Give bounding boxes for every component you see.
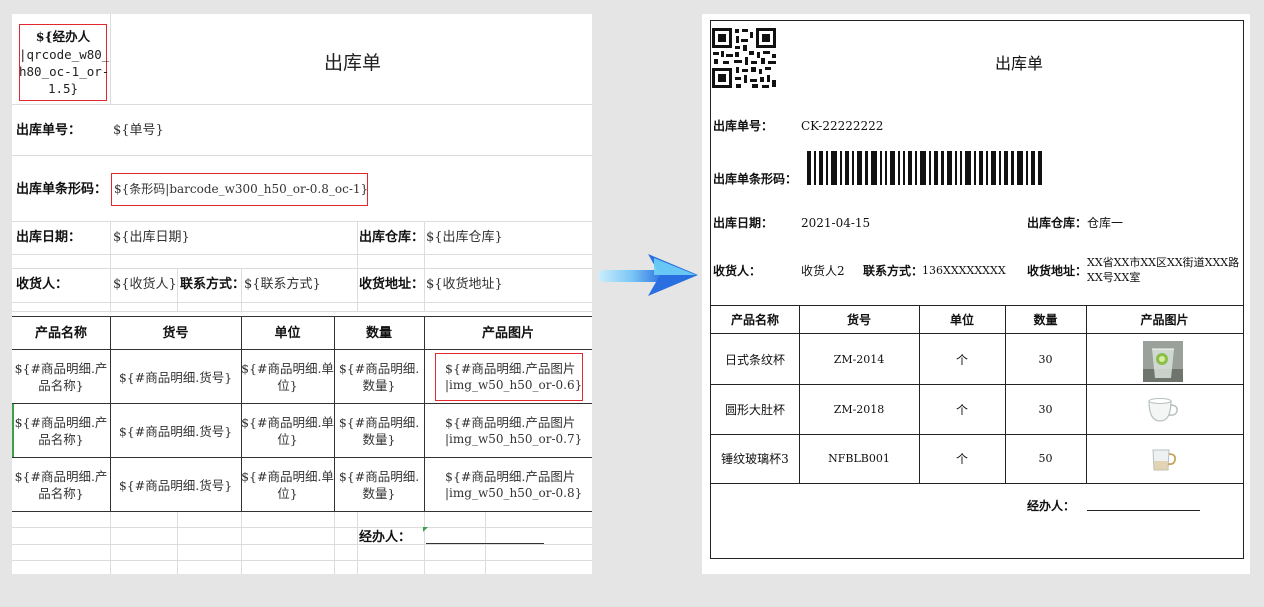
- hammered-glass-cup-icon: [1152, 449, 1177, 471]
- cell-product-name: 圆形大肚杯: [724, 403, 785, 417]
- warehouse-value: 仓库一: [1087, 216, 1124, 230]
- cell-product-name: 日式条纹杯: [724, 353, 785, 367]
- output-title: 出库单: [995, 54, 1044, 73]
- header-product-image: 产品图片: [1140, 313, 1189, 327]
- signature-line[interactable]: [1087, 510, 1200, 511]
- round-glass-mug-icon: [1148, 398, 1178, 422]
- header-unit: 单位: [949, 313, 974, 327]
- header-item-code: 货号: [162, 326, 189, 341]
- order-no-label: 出库单号：: [16, 123, 82, 138]
- qr-placeholder-line: ${经办人: [35, 29, 91, 44]
- address-placeholder[interactable]: ${收货地址}: [426, 276, 503, 293]
- warehouse-placeholder[interactable]: ${出库仓库}: [426, 229, 503, 246]
- contact-placeholder[interactable]: ${联系方式}: [244, 276, 321, 293]
- qr-placeholder-line: |qrcode_w80_: [19, 47, 110, 62]
- warehouse-label: 出库仓库：: [1027, 216, 1088, 230]
- order-no-value: CK-22222222: [801, 119, 884, 133]
- address-value: XX省XX市XX区XX街道XXX路: [1087, 256, 1240, 269]
- contact-label: 联系方式：: [863, 264, 924, 278]
- cell-unit: 个: [955, 353, 968, 367]
- handler-label: 经办人：: [1027, 499, 1076, 513]
- cell-item-code: ZM-2014: [833, 353, 885, 366]
- cell-product-name[interactable]: ${#商品明细.产: [12, 468, 110, 485]
- cell-product-name: 品名称}: [38, 432, 84, 447]
- contact-label: 联系方式：: [180, 277, 246, 292]
- cell-quantity: 数量}: [362, 432, 396, 447]
- cell-quantity[interactable]: ${#商品明细.: [334, 360, 424, 377]
- cell-unit[interactable]: ${#商品明细.单: [241, 360, 334, 377]
- cell-unit[interactable]: ${#商品明细.单: [241, 468, 334, 485]
- cell-unit: 个: [955, 403, 968, 417]
- cell-product-image[interactable]: ${#商品明细.产品图片: [445, 468, 575, 485]
- receiver-label: 收货人：: [16, 277, 69, 292]
- cell-unit[interactable]: ${#商品明细.单: [241, 414, 334, 431]
- header-product-name: 产品名称: [34, 326, 87, 341]
- arrow-right-icon: [598, 254, 698, 296]
- warehouse-label: 出库仓库：: [359, 230, 425, 245]
- barcode-label: 出库单条形码：: [713, 172, 798, 186]
- address-label: 收货地址：: [359, 277, 425, 292]
- template-spreadsheet: ${经办人 |qrcode_w80_ h80_oc-1_or- 1.5} 出库单…: [12, 14, 592, 574]
- qr-placeholder-line: h80_oc-1_or-: [19, 64, 110, 79]
- cell-product-name: 品名称}: [38, 486, 84, 501]
- cell-item-code[interactable]: ${#商品明细.货号}: [110, 477, 241, 494]
- address-label: 收货地址：: [1027, 264, 1088, 278]
- cell-quantity[interactable]: ${#商品明细.: [334, 468, 424, 485]
- header-product-name: 产品名称: [730, 313, 779, 327]
- date-label: 出库日期：: [713, 216, 774, 230]
- handler-label: 经办人：: [359, 530, 412, 545]
- address-value: XX号XX室: [1087, 271, 1141, 284]
- cell-quantity: 30: [1038, 353, 1053, 366]
- cell-quantity: 30: [1038, 403, 1053, 416]
- cell-product-image[interactable]: ${#商品明细.产品图片: [445, 414, 575, 431]
- output-document: 出库单 出库单号： CK-22222222 出库单条形码： 出库日期： 2021…: [702, 14, 1250, 574]
- barcode-icon: [807, 151, 1042, 185]
- cell-item-code: NFBLB001: [828, 452, 890, 465]
- cell-item-code[interactable]: ${#商品明细.货号}: [110, 369, 241, 386]
- order-no-placeholder[interactable]: ${单号}: [113, 122, 164, 139]
- cell-quantity: 数量}: [362, 486, 396, 501]
- header-product-image: 产品图片: [481, 326, 534, 341]
- receiver-placeholder[interactable]: ${收货人}: [113, 276, 177, 293]
- receiver-label: 收货人：: [713, 264, 762, 278]
- cell-item-code[interactable]: ${#商品明细.货号}: [110, 423, 241, 440]
- cell-product-image: ${#商品明细.产品图片: [445, 361, 576, 376]
- cell-product-name[interactable]: ${#商品明细.产: [12, 360, 110, 377]
- cell-product-name: 锤纹玻璃杯3: [721, 452, 789, 466]
- header-quantity: 数量: [1033, 313, 1058, 327]
- cell-unit: 位}: [277, 432, 298, 447]
- cell-unit: 位}: [277, 486, 298, 501]
- receiver-value: 收货人2: [801, 264, 845, 278]
- barcode-label: 出库单条形码：: [16, 182, 108, 197]
- cell-unit: 个: [955, 452, 968, 466]
- header-quantity: 数量: [365, 326, 392, 341]
- barcode-placeholder: ${条形码|barcode_w300_h50_or-0.8_oc-1}: [114, 182, 369, 196]
- cell-quantity[interactable]: ${#商品明细.: [334, 414, 424, 431]
- header-item-code: 货号: [846, 313, 871, 327]
- cell-product-name: 品名称}: [38, 378, 84, 393]
- cell-item-code: ZM-2018: [833, 403, 885, 416]
- qr-placeholder-line: 1.5}: [47, 81, 79, 96]
- order-no-label: 出库单号：: [713, 119, 774, 133]
- date-value: 2021-04-15: [801, 216, 871, 230]
- template-title: 出库单: [324, 52, 382, 74]
- header-unit: 单位: [274, 326, 301, 341]
- cell-unit: 位}: [277, 378, 298, 393]
- glass-with-lime-photo: [1143, 341, 1183, 382]
- date-label: 出库日期：: [16, 230, 82, 245]
- qr-code-icon: [711, 27, 777, 89]
- cell-product-name[interactable]: ${#商品明细.产: [12, 414, 110, 431]
- date-placeholder[interactable]: ${出库日期}: [113, 229, 190, 246]
- output-frame: 出库单 出库单号： CK-22222222 出库单条形码： 出库日期： 2021…: [710, 20, 1244, 559]
- cell-quantity: 数量}: [362, 378, 396, 393]
- cell-product-image: |img_w50_h50_or-0.6}: [445, 378, 583, 392]
- cell-product-image: |img_w50_h50_or-0.7}: [445, 432, 583, 446]
- contact-value: 136XXXXXXXX: [922, 264, 1006, 277]
- cell-quantity: 50: [1038, 452, 1053, 465]
- cell-product-image: |img_w50_h50_or-0.8}: [445, 486, 583, 500]
